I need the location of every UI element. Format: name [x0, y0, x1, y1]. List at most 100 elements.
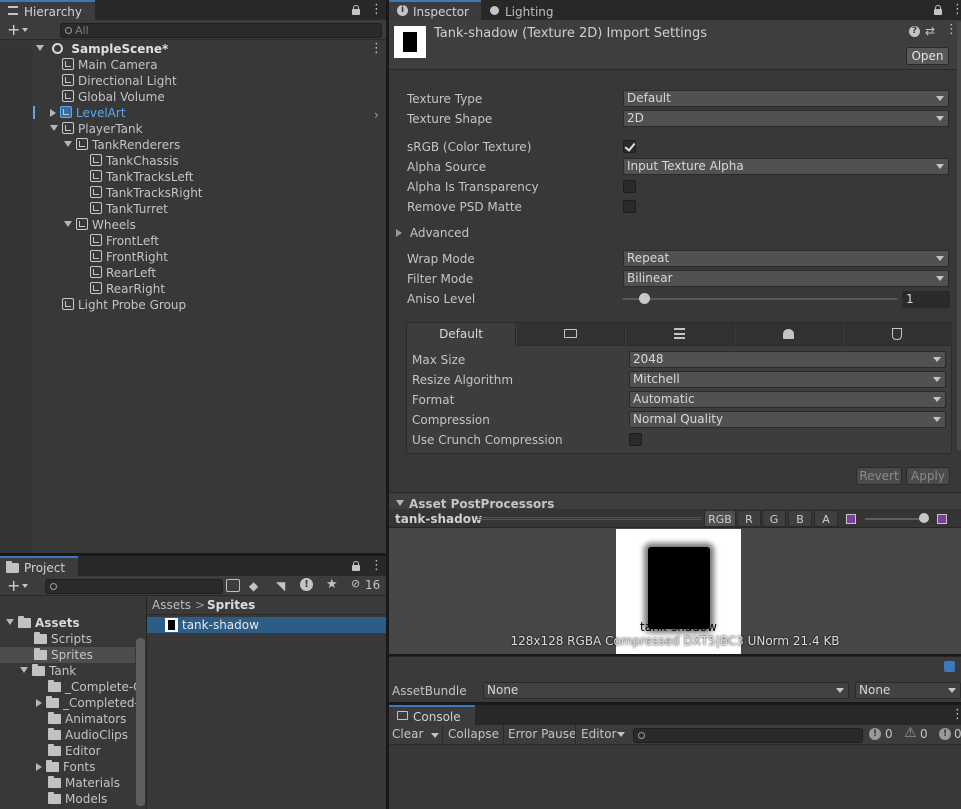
tree-item[interactable]: Scripts	[34, 631, 92, 647]
tree-item[interactable]: AudioClips	[48, 727, 128, 743]
remove-psd-checkbox[interactable]	[623, 200, 636, 213]
tab-console[interactable]: Console	[389, 705, 475, 725]
editor-target-dropdown[interactable]: Editor	[581, 727, 617, 741]
mip-slider-track[interactable]	[865, 518, 927, 520]
hierarchy-item[interactable]: Wheels	[64, 217, 136, 233]
clear-options-icon[interactable]	[431, 733, 439, 738]
crunch-compression-checkbox[interactable]	[629, 433, 642, 446]
platform-tab-server[interactable]	[626, 323, 734, 346]
filter-by-type-icon[interactable]: ◆	[249, 579, 258, 593]
aniso-level-input[interactable]: 1	[902, 291, 950, 308]
hidden-packages-icon[interactable]: ⊘	[351, 577, 360, 590]
expand-arrow-icon[interactable]	[50, 109, 56, 117]
error-pause-button[interactable]: Error Pause	[508, 727, 576, 741]
alpha-transparency-checkbox[interactable]	[623, 180, 636, 193]
error-icon[interactable]: !	[869, 728, 881, 740]
texture-shape-dropdown[interactable]: 2D	[623, 110, 949, 127]
hierarchy-item[interactable]: Light Probe Group	[62, 297, 186, 313]
hierarchy-item[interactable]: Directional Light	[62, 73, 177, 89]
hierarchy-item[interactable]: LevelArt	[50, 105, 126, 121]
platform-tab-standalone[interactable]	[517, 323, 625, 346]
inspector-scrollbar[interactable]	[957, 22, 961, 450]
breadcrumb-sprites[interactable]: Sprites	[207, 598, 255, 612]
tree-scrollbar[interactable]	[136, 638, 145, 806]
tree-item[interactable]: Animators	[48, 711, 126, 727]
expand-arrow-icon[interactable]	[396, 229, 402, 237]
add-button[interactable]: +	[7, 20, 20, 39]
platform-tab-webgl[interactable]	[844, 323, 952, 346]
hierarchy-item[interactable]: FrontLeft	[90, 233, 159, 249]
expand-arrow-icon[interactable]	[64, 221, 72, 227]
expand-arrow-icon[interactable]	[64, 141, 72, 147]
filter-by-label-icon[interactable]: ◥	[276, 579, 285, 593]
platform-tab-default[interactable]: Default	[407, 323, 516, 346]
favorites-star-icon[interactable]: ★	[326, 577, 338, 592]
expand-arrow-icon[interactable]	[50, 125, 58, 131]
tab-lighting[interactable]: Lighting	[481, 0, 571, 20]
lock-icon[interactable]	[934, 5, 942, 15]
log-filter-icon[interactable]: !	[300, 578, 313, 591]
hierarchy-item[interactable]: PlayerTank	[50, 121, 143, 137]
label-tag-icon[interactable]	[944, 661, 955, 672]
tab-hierarchy[interactable]: Hierarchy	[0, 0, 95, 20]
tab-project[interactable]: Project	[0, 556, 78, 576]
project-search-input[interactable]	[45, 579, 223, 594]
search-by-scene-icon[interactable]	[226, 579, 240, 592]
hierarchy-item[interactable]: TankRenderers	[64, 137, 180, 153]
platform-tab-android[interactable]	[735, 323, 843, 346]
revert-button[interactable]: Revert	[856, 467, 902, 485]
add-dropdown-icon[interactable]	[22, 584, 28, 588]
help-icon[interactable]: ?	[909, 26, 920, 37]
breadcrumb-assets[interactable]: Assets	[152, 598, 191, 612]
warning-icon[interactable]: ⚠	[904, 725, 917, 741]
channel-a-button[interactable]: A	[814, 510, 838, 527]
console-search-input[interactable]	[633, 728, 863, 743]
expand-arrow-icon[interactable]	[20, 667, 28, 673]
scene-row[interactable]: SampleScene*	[36, 41, 386, 57]
tab-inspector[interactable]: i Inspector	[389, 0, 481, 20]
aniso-slider-handle[interactable]	[639, 293, 650, 304]
lock-icon[interactable]	[352, 5, 360, 15]
clear-button[interactable]: Clear	[392, 727, 423, 741]
channel-g-button[interactable]: G	[762, 510, 786, 527]
hierarchy-item[interactable]: Main Camera	[62, 57, 158, 73]
wrap-mode-dropdown[interactable]: Repeat	[623, 250, 949, 267]
tree-item[interactable]: Fonts	[36, 759, 95, 775]
inspector-menu-icon[interactable]	[951, 2, 954, 17]
expand-arrow-icon[interactable]	[36, 763, 42, 771]
tree-item[interactable]: _Complete-C	[48, 679, 142, 695]
max-size-dropdown[interactable]: 2048	[629, 351, 946, 368]
tree-item[interactable]: Models	[48, 791, 107, 807]
channel-r-button[interactable]: R	[737, 510, 761, 527]
expand-arrow-icon[interactable]	[6, 619, 14, 625]
hierarchy-item[interactable]: TankTurret	[90, 201, 168, 217]
channel-b-button[interactable]: B	[788, 510, 812, 527]
hierarchy-item[interactable]: RearLeft	[90, 265, 156, 281]
scene-menu-icon[interactable]	[370, 41, 373, 56]
expand-arrow-icon[interactable]	[36, 699, 42, 707]
channel-rgb-button[interactable]: RGB	[704, 510, 736, 527]
file-row-selected[interactable]: tank-shadow	[147, 617, 386, 633]
srgb-checkbox[interactable]	[623, 140, 636, 153]
resize-algorithm-dropdown[interactable]: Mitchell	[629, 371, 946, 388]
tree-item[interactable]: Tank	[20, 663, 76, 679]
tree-item[interactable]: Assets	[6, 615, 80, 631]
chevron-right-icon[interactable]: ›	[374, 108, 379, 122]
hierarchy-search-input[interactable]: All	[60, 23, 382, 38]
aniso-slider-track[interactable]	[623, 298, 897, 300]
console-menu-icon[interactable]	[951, 707, 954, 722]
hierarchy-item[interactable]: Global Volume	[62, 89, 165, 105]
apply-button[interactable]: Apply	[906, 467, 950, 485]
preview-drag-handle[interactable]	[477, 517, 701, 520]
assetbundle-name-dropdown[interactable]: None	[483, 682, 849, 699]
tree-item[interactable]: Editor	[48, 743, 101, 759]
tree-item[interactable]: Materials	[48, 775, 120, 791]
hierarchy-item[interactable]: RearRight	[90, 281, 165, 297]
expand-arrow-icon[interactable]	[36, 45, 44, 51]
mip-slider-handle[interactable]	[919, 513, 929, 523]
add-button[interactable]: +	[7, 576, 20, 595]
collapse-button[interactable]: Collapse	[448, 727, 499, 741]
compression-dropdown[interactable]: Normal Quality	[629, 411, 946, 428]
hierarchy-item[interactable]: TankTracksLeft	[90, 169, 193, 185]
alpha-source-dropdown[interactable]: Input Texture Alpha	[623, 158, 949, 175]
